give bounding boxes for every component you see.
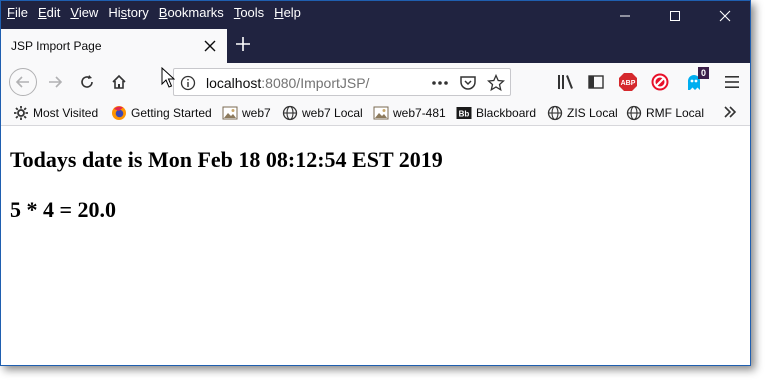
library-button[interactable] bbox=[555, 71, 577, 93]
date-heading: Todays date is Mon Feb 18 08:12:54 EST 2… bbox=[10, 147, 443, 172]
bookmark-web7-481[interactable]: web7-481 bbox=[373, 105, 446, 121]
maximize-icon bbox=[670, 10, 680, 21]
block-icon bbox=[651, 73, 669, 91]
menu-help[interactable]: Help bbox=[274, 5, 301, 20]
home-button[interactable] bbox=[107, 70, 131, 94]
ghostery-button[interactable]: 0 bbox=[683, 67, 709, 93]
open-menu-button[interactable] bbox=[721, 71, 743, 93]
back-button[interactable] bbox=[9, 68, 37, 96]
ghostery-count-badge: 0 bbox=[698, 67, 709, 79]
menu-bookmarks[interactable]: Bookmarks bbox=[159, 5, 224, 20]
globe-icon bbox=[547, 105, 563, 121]
url-bar[interactable]: localhost:8080/ImportJSP/ bbox=[173, 68, 511, 96]
menu-file[interactable]: File bbox=[7, 5, 28, 20]
tab-title: JSP Import Page bbox=[11, 39, 102, 53]
tab-close-icon[interactable] bbox=[203, 39, 217, 53]
bookmark-label: RMF Local bbox=[646, 106, 705, 120]
adblock-plus-button[interactable]: ABP bbox=[617, 71, 639, 93]
library-icon bbox=[558, 75, 573, 89]
blackboard-icon: Bb bbox=[456, 105, 472, 121]
home-icon bbox=[112, 74, 126, 89]
menu-history[interactable]: History bbox=[108, 5, 148, 20]
image-icon bbox=[222, 105, 238, 121]
globe-icon bbox=[626, 105, 642, 121]
bookmark-label: web7 Local bbox=[302, 106, 363, 120]
menu-bar: File Edit View History Bookmarks Tools H… bbox=[7, 5, 311, 20]
forward-arrow-icon bbox=[49, 76, 63, 88]
minimize-icon bbox=[620, 15, 630, 16]
bookmark-star-button[interactable] bbox=[486, 73, 506, 93]
svg-text:Bb: Bb bbox=[459, 110, 470, 119]
more-dots-icon bbox=[432, 81, 448, 85]
page-actions-button[interactable] bbox=[430, 73, 450, 93]
noscript-button[interactable] bbox=[649, 71, 671, 93]
reload-icon bbox=[81, 75, 93, 88]
hamburger-menu-icon bbox=[725, 76, 739, 88]
gear-icon bbox=[13, 105, 29, 121]
sidebar-icon bbox=[588, 75, 604, 89]
double-chevron-right-icon bbox=[724, 106, 737, 118]
window-controls bbox=[600, 1, 750, 26]
bookmark-label: ZIS Local bbox=[567, 106, 618, 120]
pocket-icon bbox=[460, 76, 476, 90]
new-tab-icon[interactable] bbox=[233, 34, 253, 54]
bookmark-web7[interactable]: web7 bbox=[222, 105, 271, 121]
close-icon bbox=[719, 10, 731, 21]
bookmark-label: Getting Started bbox=[131, 106, 212, 120]
bookmark-label: Blackboard bbox=[476, 106, 537, 120]
menu-edit[interactable]: Edit bbox=[38, 5, 60, 20]
bookmarks-overflow-button[interactable] bbox=[723, 104, 737, 120]
calculation-heading: 5 * 4 = 20.0 bbox=[10, 197, 117, 222]
reload-button[interactable] bbox=[75, 70, 99, 94]
bookmark-blackboard[interactable]: Bb Blackboard bbox=[456, 105, 536, 121]
browser-window: File Edit View History Bookmarks Tools H… bbox=[0, 0, 751, 366]
globe-icon bbox=[282, 105, 298, 121]
back-arrow-icon bbox=[15, 76, 29, 88]
menu-view[interactable]: View bbox=[70, 5, 98, 20]
sidebar-button[interactable] bbox=[585, 71, 607, 93]
bookmark-most-visited[interactable]: Most Visited bbox=[13, 105, 98, 121]
image-icon bbox=[373, 105, 389, 121]
bookmark-getting-started[interactable]: Getting Started bbox=[111, 105, 212, 121]
url-text[interactable]: localhost:8080/ImportJSP/ bbox=[206, 75, 369, 91]
adblock-plus-icon: ABP bbox=[619, 73, 637, 91]
menu-tools[interactable]: Tools bbox=[234, 5, 264, 20]
bookmark-label: web7 bbox=[242, 106, 271, 120]
tab-strip: JSP Import Page bbox=[1, 26, 750, 63]
bookmark-label: Most Visited bbox=[33, 106, 99, 120]
firefox-icon bbox=[111, 105, 127, 121]
bookmark-web7-local[interactable]: web7 Local bbox=[282, 105, 363, 121]
navigation-toolbar: localhost:8080/ImportJSP/ ABP 0 bbox=[1, 63, 750, 101]
mouse-cursor-icon bbox=[161, 67, 175, 88]
bookmark-label: web7-481 bbox=[393, 106, 446, 120]
title-bar: File Edit View History Bookmarks Tools H… bbox=[1, 1, 750, 26]
svg-text:ABP: ABP bbox=[621, 80, 636, 87]
forward-button[interactable] bbox=[43, 70, 67, 94]
page-content: Todays date is Mon Feb 18 08:12:54 EST 2… bbox=[1, 127, 750, 365]
info-icon[interactable] bbox=[180, 75, 196, 91]
bookmark-rmf-local[interactable]: RMF Local bbox=[626, 105, 704, 121]
bookmarks-toolbar: Most Visited Getting Started web7 web7 L… bbox=[1, 101, 750, 126]
tab-jsp-import-page[interactable]: JSP Import Page bbox=[1, 29, 227, 63]
star-icon bbox=[487, 74, 505, 92]
pocket-button[interactable] bbox=[458, 73, 478, 93]
bookmark-zis-local[interactable]: ZIS Local bbox=[547, 105, 618, 121]
